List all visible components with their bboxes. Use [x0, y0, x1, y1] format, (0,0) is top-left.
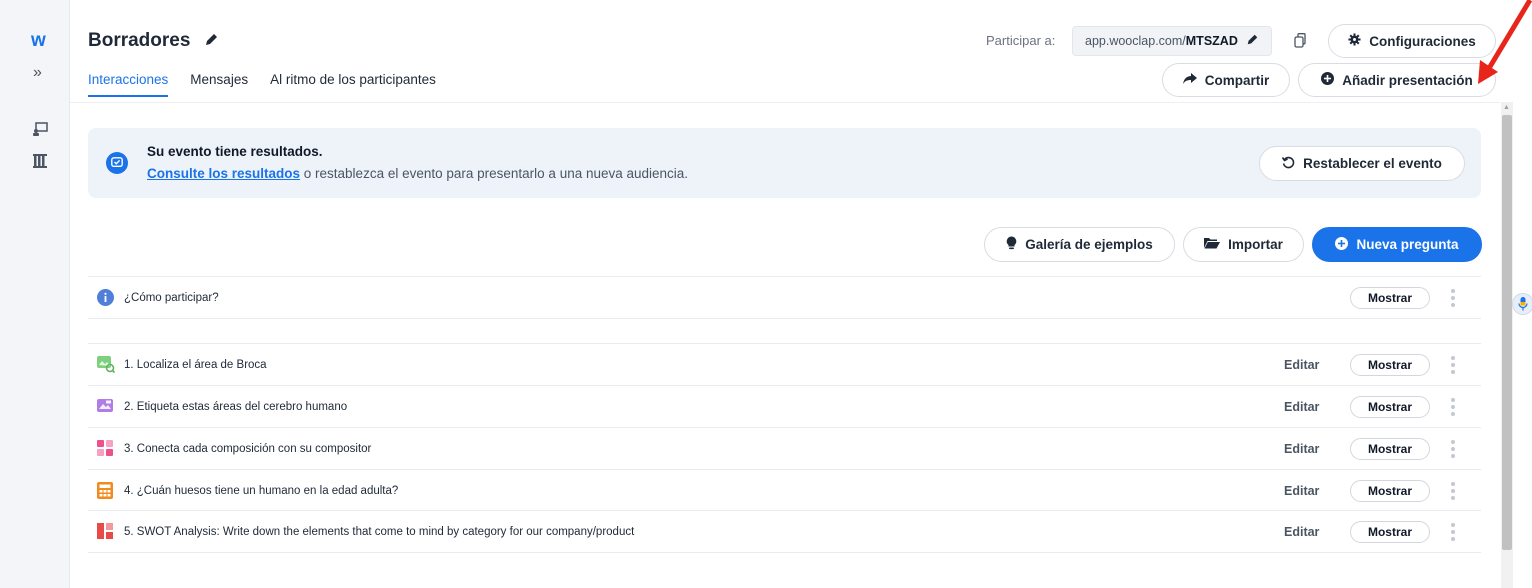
question-label: 1. Localiza el área de Broca [124, 358, 267, 371]
scrollbar-thumb[interactable] [1502, 115, 1512, 550]
more-options-icon[interactable] [1451, 355, 1455, 374]
plus-circle-icon [1321, 72, 1335, 88]
edit-button[interactable]: Editar [1284, 442, 1319, 456]
expand-sidebar-icon[interactable]: » [33, 64, 42, 82]
import-button[interactable]: Importar [1183, 227, 1304, 262]
edit-button[interactable]: Editar [1284, 358, 1319, 372]
presentation-icon[interactable] [33, 122, 48, 139]
scroll-up-arrow-icon[interactable]: ▲ [1503, 104, 1510, 111]
edit-code-icon[interactable] [1246, 33, 1259, 49]
title-row: Borradores [88, 30, 219, 52]
share-label: Compartir [1204, 72, 1270, 88]
info-icon [97, 289, 114, 309]
divider [88, 318, 1481, 319]
banner-rest-text: o restablezca el evento para presentarlo… [300, 166, 689, 181]
import-label: Importar [1228, 237, 1283, 252]
more-options-icon[interactable] [1451, 522, 1455, 541]
reset-event-label: Restablecer el evento [1303, 156, 1442, 171]
share-icon [1182, 72, 1197, 88]
results-banner: Su evento tiene resultados. Consulte los… [88, 128, 1481, 198]
show-button[interactable]: Mostrar [1350, 286, 1430, 309]
intro-label: ¿Cómo participar? [124, 291, 219, 304]
left-rail: w » [0, 0, 70, 588]
label-image-icon [97, 398, 113, 416]
more-options-icon[interactable] [1451, 397, 1455, 416]
divider [88, 552, 1481, 553]
question-label: 5. SWOT Analysis: Write down the element… [124, 525, 635, 538]
new-question-label: Nueva pregunta [1356, 237, 1459, 252]
edit-button[interactable]: Editar [1284, 484, 1319, 498]
event-url-field[interactable]: app.wooclap.com/MTSZAD [1072, 26, 1272, 56]
tab-ritmo-participantes[interactable]: Al ritmo de los participantes [270, 72, 436, 97]
intro-row[interactable]: ¿Cómo participar? Mostrar [88, 276, 1481, 318]
question-label: 2. Etiqueta estas áreas del cerebro huma… [124, 400, 348, 413]
results-check-icon [106, 152, 128, 174]
show-button[interactable]: Mostrar [1350, 395, 1430, 418]
edit-title-icon[interactable] [204, 32, 219, 50]
question-label: 4. ¿Cuán huesos tiene un humano en la ed… [124, 484, 399, 497]
gear-icon [1348, 33, 1361, 49]
event-code: MTSZAD [1185, 34, 1238, 48]
banner-text: Consulte los resultados o restablezca el… [147, 166, 688, 181]
wooclap-logo[interactable]: w [31, 30, 46, 52]
more-options-icon[interactable] [1451, 481, 1455, 500]
show-button[interactable]: Mostrar [1350, 437, 1430, 460]
question-row[interactable]: 4. ¿Cuán huesos tiene un humano en la ed… [88, 469, 1481, 511]
copy-icon[interactable] [1294, 33, 1306, 51]
participar-label: Participar a: [986, 33, 1056, 48]
matching-icon [97, 440, 113, 459]
view-results-link[interactable]: Consulte los resultados [147, 166, 300, 181]
lightbulb-icon [1006, 236, 1017, 253]
tab-mensajes[interactable]: Mensajes [190, 72, 248, 97]
more-options-icon[interactable] [1451, 288, 1455, 307]
banner-title: Su evento tiene resultados. [147, 144, 323, 159]
more-options-icon[interactable] [1451, 439, 1455, 458]
header-divider [70, 102, 1500, 103]
question-label: 3. Conecta cada composición con su compo… [124, 442, 372, 455]
tab-bar: Interacciones Mensajes Al ritmo de los p… [88, 72, 436, 97]
examples-gallery-label: Galería de ejemplos [1025, 237, 1153, 252]
microphone-icon[interactable] [1512, 293, 1532, 315]
plus-circle-icon [1335, 236, 1349, 253]
swot-icon [97, 523, 113, 542]
question-row[interactable]: 5. SWOT Analysis: Write down the element… [88, 510, 1481, 552]
tab-interacciones[interactable]: Interacciones [88, 72, 169, 97]
numerical-icon [97, 482, 113, 502]
show-button[interactable]: Mostrar [1350, 479, 1430, 502]
reset-event-button[interactable]: Restablecer el evento [1259, 146, 1465, 181]
question-row[interactable]: 1. Localiza el área de Broca Editar Most… [88, 343, 1481, 385]
share-button[interactable]: Compartir [1162, 63, 1290, 97]
find-on-image-icon [97, 356, 116, 376]
page-title: Borradores [88, 30, 191, 51]
reset-icon [1281, 156, 1295, 172]
examples-gallery-button[interactable]: Galería de ejemplos [984, 227, 1175, 262]
new-question-button[interactable]: Nueva pregunta [1312, 227, 1482, 262]
annotation-arrow-icon [1478, 0, 1532, 84]
edit-button[interactable]: Editar [1284, 400, 1319, 414]
question-row[interactable]: 2. Etiqueta estas áreas del cerebro huma… [88, 385, 1481, 427]
edit-button[interactable]: Editar [1284, 525, 1319, 539]
question-row[interactable]: 3. Conecta cada composición con su compo… [88, 427, 1481, 469]
show-button[interactable]: Mostrar [1350, 353, 1430, 376]
event-url-prefix: app.wooclap.com/ [1085, 34, 1186, 48]
show-button[interactable]: Mostrar [1350, 520, 1430, 543]
folder-open-icon [1204, 237, 1221, 252]
library-icon[interactable] [33, 154, 48, 171]
